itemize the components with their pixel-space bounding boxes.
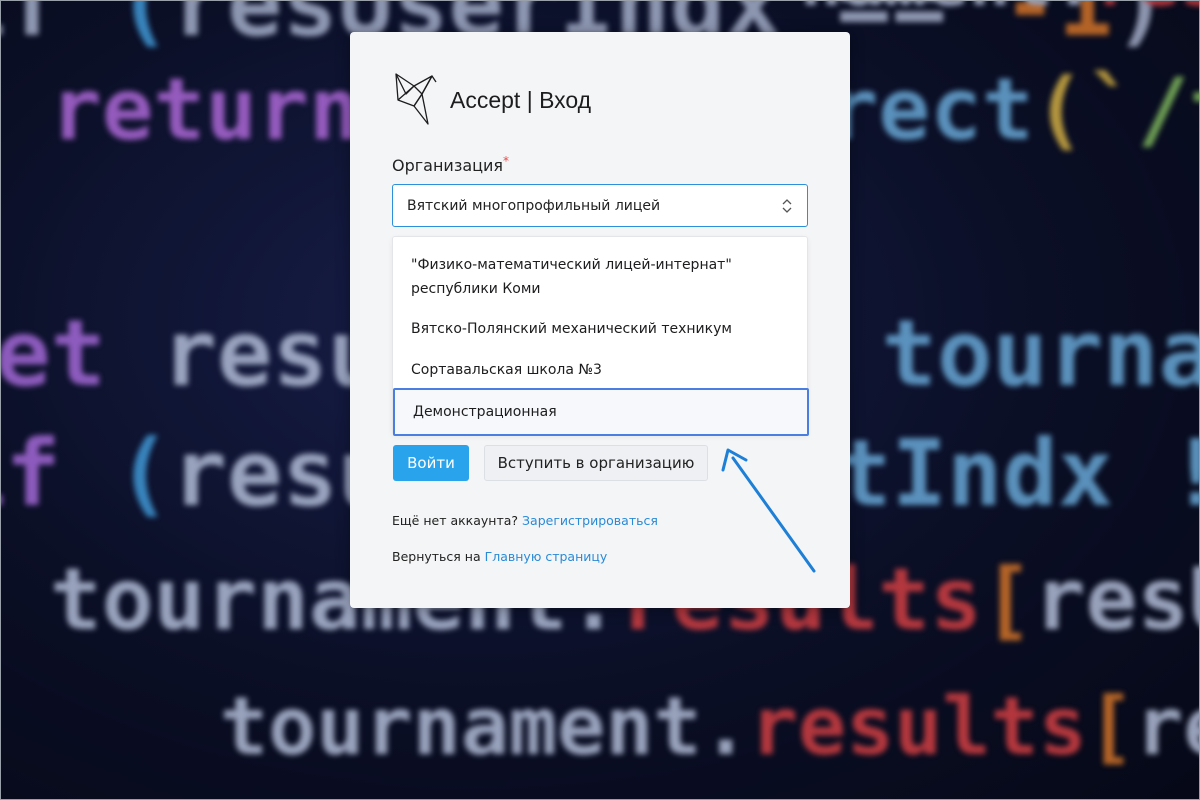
organization-select[interactable]: Вятский многопрофильный лицей <box>392 184 808 227</box>
back-prompt: Вернуться на Главную страницу <box>392 549 607 564</box>
login-button[interactable]: Войти <box>393 445 469 481</box>
organization-label: Организация* <box>392 154 510 175</box>
dropdown-option-vyatsko-polyansky[interactable]: Вятско-Полянский механический техникум <box>393 317 807 341</box>
option-label: Сортавальская школа №3 <box>411 362 602 378</box>
join-organization-button[interactable]: Вступить в организацию <box>484 445 708 481</box>
organization-label-text: Организация <box>392 156 504 175</box>
header: Accept | Вход <box>392 72 591 128</box>
option-line: "Физико-математический лицей-интернат" <box>411 257 732 273</box>
register-prompt: Ещё нет аккаунта? Зарегистрироваться <box>392 513 658 528</box>
dropdown-option-fml-komi[interactable]: "Физико-математический лицей-интернат" р… <box>393 253 807 301</box>
home-link[interactable]: Главную страницу <box>485 549 608 564</box>
option-label: Демонстрационная <box>413 404 557 420</box>
chevron-updown-icon <box>782 198 792 213</box>
organization-dropdown: "Физико-математический лицей-интернат" р… <box>392 236 809 436</box>
dropdown-option-sortavala-school[interactable]: Сортавальская школа №3 <box>393 358 807 382</box>
dropdown-option-demo[interactable]: Демонстрационная <box>393 388 809 436</box>
no-account-text: Ещё нет аккаунта? <box>392 513 519 528</box>
register-link[interactable]: Зарегистрироваться <box>522 513 658 528</box>
option-label: Вятско-Полянский механический техникум <box>411 321 732 337</box>
login-card: Accept | Вход Организация* Вятский много… <box>350 32 850 608</box>
required-mark: * <box>503 154 510 168</box>
origami-bird-icon <box>395 73 437 125</box>
selected-organization: Вятский многопрофильный лицей <box>407 197 661 214</box>
back-text: Вернуться на <box>392 549 481 564</box>
option-line: республики Коми <box>411 281 541 297</box>
app-title: Accept | Вход <box>450 86 592 113</box>
